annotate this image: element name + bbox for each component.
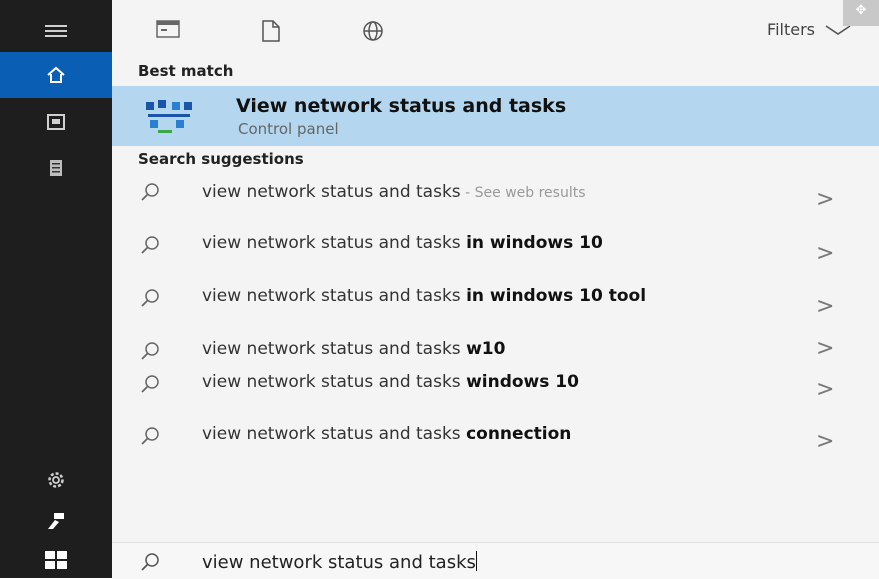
suggestion-text: view network status and tasks <box>202 424 467 444</box>
web-icon <box>363 21 383 41</box>
search-icon <box>141 342 159 360</box>
document-icon <box>50 160 62 176</box>
search-suggestions-heading: Search suggestions <box>138 150 304 168</box>
hamburger-menu-icon <box>45 25 67 37</box>
search-icon <box>141 375 159 393</box>
search-icon <box>141 183 159 201</box>
best-match-title: View network status and tasks <box>236 95 567 117</box>
suggestion-item[interactable]: view network status and tasks - See web … <box>112 180 879 224</box>
windows-start-icon <box>45 551 67 569</box>
chevron-right-icon: > <box>816 187 835 212</box>
menu-button[interactable] <box>0 16 112 46</box>
suggestion-item[interactable]: view network status and tasks windows 10… <box>112 372 879 416</box>
suggestion-text: view network status and tasks <box>202 233 467 253</box>
search-results-panel: Filters ✥ Best match View network status… <box>112 0 879 579</box>
suggestion-item[interactable]: view network status and tasks connection… <box>112 424 879 468</box>
search-box[interactable]: view network status and tasks <box>112 542 879 579</box>
suggestion-text: view network status and tasks <box>202 372 467 392</box>
chevron-right-icon: > <box>816 294 835 319</box>
left-sidebar <box>0 0 112 578</box>
gear-icon <box>48 472 64 488</box>
suggestion-text: view network status and tasks <box>202 286 467 306</box>
search-icon <box>141 236 159 254</box>
suggestion-item[interactable]: view network status and tasks in windows… <box>112 233 879 277</box>
text-caret <box>475 551 477 571</box>
start-button[interactable] <box>0 542 112 578</box>
chevron-right-icon: > <box>816 429 835 454</box>
filters-label: Filters <box>767 20 815 39</box>
best-match-result[interactable]: View network status and tasks Control pa… <box>112 86 879 146</box>
web-filter-button[interactable] <box>362 20 384 46</box>
best-match-subtitle: Control panel <box>238 120 339 138</box>
suggestion-extra-text: - See web results <box>460 185 586 201</box>
documents-icon <box>262 20 280 42</box>
search-icon <box>141 553 159 571</box>
suggestion-bold-text: in windows 10 tool <box>466 286 647 306</box>
suggestion-item[interactable]: view network status and tasks w10 > <box>112 336 879 365</box>
move-handle-icon[interactable]: ✥ <box>843 0 879 26</box>
apps-icon <box>156 20 180 38</box>
best-match-heading: Best match <box>138 62 234 80</box>
search-icon <box>141 427 159 445</box>
sidebar-item-user[interactable] <box>0 504 112 538</box>
sidebar-item-home[interactable] <box>0 52 112 98</box>
suggestion-bold-text: windows 10 <box>466 372 579 392</box>
suggestion-bold-text: w10 <box>466 339 506 359</box>
suggestion-bold-text: connection <box>466 424 572 444</box>
chevron-right-icon: > <box>816 336 835 361</box>
sidebar-item-settings[interactable] <box>0 462 112 498</box>
network-icon <box>144 96 196 140</box>
search-icon <box>141 289 159 307</box>
suggestion-item[interactable]: view network status and tasks in windows… <box>112 286 879 330</box>
chevron-right-icon: > <box>816 241 835 266</box>
home-icon <box>47 66 65 83</box>
sidebar-item-camera[interactable] <box>0 104 112 140</box>
search-input[interactable]: view network status and tasks <box>202 552 476 573</box>
user-icon <box>48 513 64 529</box>
suggestion-bold-text: in windows 10 <box>466 233 603 253</box>
chevron-right-icon: > <box>816 377 835 402</box>
filter-toolbar: Filters ✥ <box>112 0 879 58</box>
apps-filter-button[interactable] <box>156 20 180 42</box>
filters-dropdown[interactable]: Filters <box>767 20 851 39</box>
camera-icon <box>47 114 65 130</box>
suggestion-text: view network status and tasks <box>202 182 461 202</box>
suggestion-text: view network status and tasks <box>202 339 467 359</box>
documents-filter-button[interactable] <box>262 20 280 46</box>
sidebar-item-documents[interactable] <box>0 150 112 186</box>
